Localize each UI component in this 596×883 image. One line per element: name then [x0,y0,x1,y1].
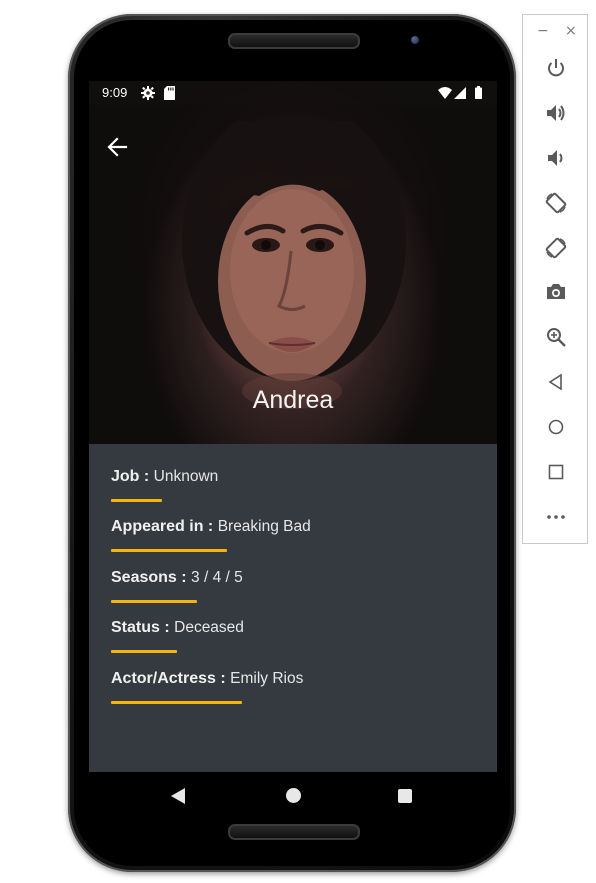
detail-seasons: Seasons : 3 / 4 / 5 [111,569,243,587]
nav-recents-icon[interactable] [398,789,412,803]
detail-label: Actor/Actress : [111,670,226,687]
navigation-bar [89,772,497,806]
front-camera [411,36,419,44]
power-button[interactable] [543,55,569,81]
emulator-stage: 9:09 Andrea Job: Unknown Appeared in: … [0,0,596,883]
sd-card-icon [164,86,175,100]
status-time: 9:09 [102,85,128,100]
detail-label: Status : [111,619,170,636]
detail-label: Appeared in : [111,518,214,535]
detail-underline [111,549,227,552]
detail-underline [111,701,242,704]
nav-back-icon[interactable] [171,788,185,804]
detail-appeared-in: Appeared in : Breaking Bad [111,518,311,536]
close-button[interactable]: × [565,23,577,39]
back-icon [548,373,562,391]
signal-icon [454,87,466,99]
detail-value: 3 / 4 / 5 [191,569,243,586]
character-name: Andrea [252,386,334,414]
home-button[interactable] [543,414,569,440]
more-icon [547,515,565,519]
overview-button[interactable] [543,459,569,485]
detail-label: Job : [111,468,150,485]
portrait-image [182,121,406,409]
volume-up-icon [547,105,565,121]
detail-value: Deceased [174,619,244,636]
detail-status: Status : Deceased [111,619,244,637]
zoom-icon [547,328,566,347]
phone-frame: 9:09 Andrea Job: Unknown Appeared in: … [68,14,516,872]
app-screen: 9:09 Andrea Job: Unknown Appeared in: … [89,81,497,806]
volume-down-icon [548,150,563,166]
detail-actor: Actor/Actress : Emily Rios [111,670,303,688]
battery-icon [475,86,482,99]
detail-value: Breaking Bad [217,518,311,535]
more-button[interactable] [543,504,569,530]
rotate-left-button[interactable] [543,190,569,216]
back-button[interactable] [543,369,569,395]
nav-home-icon[interactable] [286,788,301,803]
detail-underline [111,600,197,603]
overview-icon [548,464,564,480]
volume-down-button[interactable] [543,145,569,171]
rotate-right-button[interactable] [543,235,569,261]
emulator-toolbar: − × [522,14,588,544]
zoom-button[interactable] [543,324,569,350]
detail-job: Job : Unknown [111,468,218,486]
minimize-button[interactable]: − [537,23,549,39]
camera-icon [547,284,565,299]
rotate-left-icon [545,192,567,214]
details-list: Job : Unknown Appeared in : Breaking Bad… [89,444,497,772]
detail-value: Emily Rios [230,670,304,687]
volume-up-button[interactable] [543,100,569,126]
rotate-right-icon [545,237,567,259]
bottom-speaker [228,824,360,840]
detail-label: Seasons : [111,569,187,586]
detail-underline [111,499,162,502]
gear-icon [141,86,155,100]
power-icon [548,59,564,77]
arrow-left-icon[interactable] [106,136,128,158]
detail-underline [111,650,177,653]
status-bar: 9:09 [89,81,497,105]
top-speaker [228,33,360,49]
detail-value: Unknown [153,468,219,485]
wifi-icon [438,87,452,99]
screenshot-button[interactable] [543,279,569,305]
home-icon [548,419,564,435]
